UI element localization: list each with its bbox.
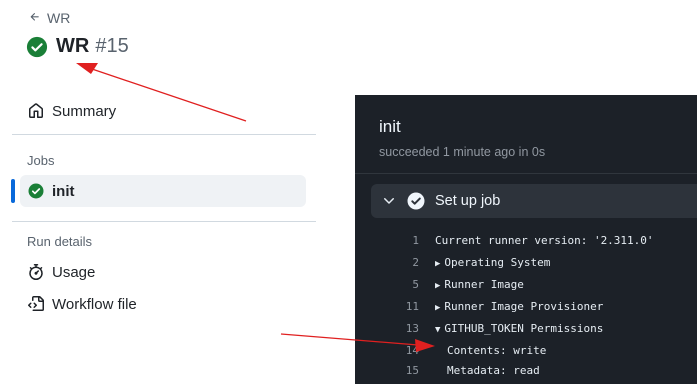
home-icon <box>28 103 44 119</box>
job-title: init <box>379 117 401 136</box>
step-name: Set up job <box>435 193 501 209</box>
run-name: WR <box>56 35 90 57</box>
expand-triangle-icon[interactable]: ▶ <box>435 303 440 313</box>
log-line-collapsible[interactable]: 2 ▶ Operating System <box>355 253 697 275</box>
job-header: init succeeded 1 minute ago in 0s <box>379 117 545 159</box>
sidebar-item-workflow-file[interactable]: Workflow file <box>20 288 145 320</box>
line-text: Runner Image <box>444 278 524 291</box>
job-log-panel: init succeeded 1 minute ago in 0s Set up… <box>355 95 697 384</box>
line-number[interactable]: 14 <box>383 344 419 357</box>
jobs-section-label: Jobs <box>27 153 55 168</box>
line-number[interactable]: 13 <box>383 322 419 335</box>
line-text: Runner Image Provisioner <box>444 300 604 313</box>
sidebar: WR WR #15 Summary Jobs init Run details <box>0 0 320 384</box>
run-details-section-label: Run details <box>27 234 93 249</box>
collapse-triangle-icon[interactable]: ▼ <box>435 325 440 335</box>
log-line-collapsible[interactable]: 13 ▼ GITHUB_TOKEN Permissions <box>355 319 697 341</box>
page-title: WR #15 <box>26 35 129 58</box>
log-line-collapsible[interactable]: 11 ▶ Runner Image Provisioner <box>355 297 697 319</box>
divider <box>355 173 697 174</box>
line-text: Current runner version: '2.311.0' <box>435 234 654 247</box>
divider <box>12 221 316 222</box>
sidebar-item-job-init[interactable]: init <box>20 175 306 207</box>
arrow-left-icon <box>29 10 41 26</box>
line-number[interactable]: 15 <box>383 364 419 377</box>
sidebar-item-summary[interactable]: Summary <box>20 95 124 127</box>
expand-triangle-icon[interactable]: ▶ <box>435 259 440 269</box>
check-circle-icon <box>28 183 44 199</box>
check-circle-icon <box>26 36 48 58</box>
log-line: 14 Contents: write <box>355 341 697 361</box>
divider <box>12 134 316 135</box>
workflow-run-page: WR WR #15 Summary Jobs init Run details <box>0 0 697 384</box>
log-line-collapsible[interactable]: 5 ▶ Runner Image <box>355 275 697 297</box>
line-text: GITHUB_TOKEN Permissions <box>444 322 604 335</box>
sidebar-item-label: Workflow file <box>52 295 137 313</box>
job-status-text: succeeded 1 minute ago in 0s <box>379 145 546 159</box>
back-link-label: WR <box>47 10 71 26</box>
line-text: Contents: write <box>447 344 547 357</box>
log-line: 1 Current runner version: '2.311.0' <box>355 231 697 253</box>
line-number[interactable]: 2 <box>383 256 419 269</box>
file-code-icon <box>28 296 44 312</box>
line-text: Metadata: read <box>447 364 540 377</box>
log-line: 15 Metadata: read <box>355 361 697 381</box>
active-indicator <box>11 179 15 203</box>
check-circle-icon <box>407 192 425 210</box>
line-number[interactable]: 11 <box>383 300 419 313</box>
expand-triangle-icon[interactable]: ▶ <box>435 281 440 291</box>
stopwatch-icon <box>28 264 44 280</box>
sidebar-item-label: Usage <box>52 263 96 281</box>
line-text: Operating System <box>444 256 551 269</box>
step-set-up-job[interactable]: Set up job <box>371 184 697 218</box>
chevron-down-icon <box>384 198 394 204</box>
job-label: init <box>52 182 75 200</box>
back-link[interactable]: WR <box>29 10 70 26</box>
run-number: #15 <box>95 35 129 57</box>
sidebar-item-usage[interactable]: Usage <box>20 256 103 288</box>
sidebar-item-label: Summary <box>52 102 117 120</box>
log-lines: 1 Current runner version: '2.311.0' 2 ▶ O… <box>355 231 697 381</box>
line-number[interactable]: 5 <box>383 278 419 291</box>
line-number[interactable]: 1 <box>383 234 419 247</box>
